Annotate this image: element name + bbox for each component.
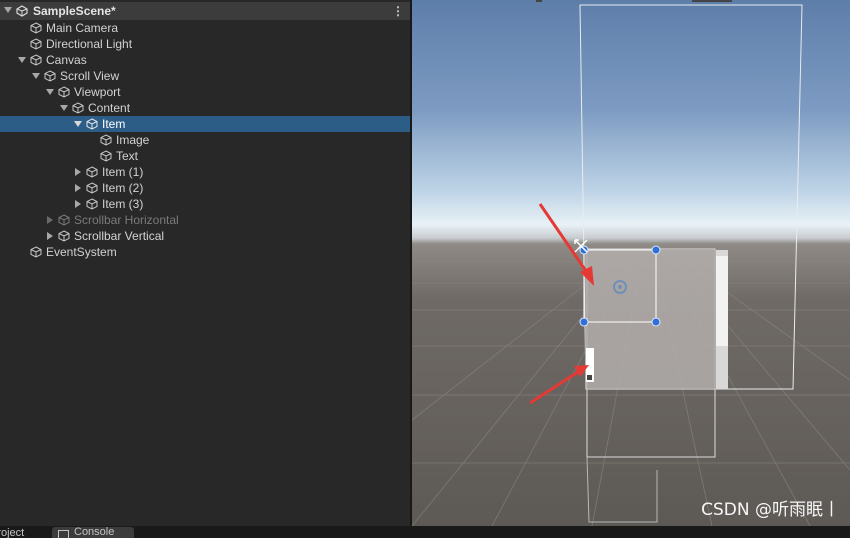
gameobject-cube-icon [30,38,42,50]
scene-view[interactable]: CSDN @听雨眠丨 [412,0,850,526]
collapse-arrow-icon[interactable] [47,232,53,240]
hierarchy-item-label: EventSystem [46,245,117,259]
scene-canvas[interactable] [412,0,850,526]
expand-arrow-icon[interactable] [74,121,82,127]
collapse-arrow-icon[interactable] [75,184,81,192]
hierarchy-panel: SampleScene* ⋮ Main Camera Directional L… [0,0,410,526]
red-arrow-bottom-annotation [529,365,589,405]
expand-arrow-icon[interactable] [32,73,40,79]
hierarchy-item-canvas[interactable]: Canvas [0,52,410,68]
hierarchy-item-label: Scroll View [60,69,120,83]
scrollbar-handle[interactable] [716,256,728,346]
rect-handle-top-right[interactable] [651,245,661,255]
hierarchy-item-text[interactable]: Text [0,148,410,164]
scene-toolbar-edge [692,0,732,2]
hierarchy-item-label: Item (1) [102,165,144,179]
hierarchy-item-label: Viewport [74,85,121,99]
gameobject-cube-icon [86,198,98,210]
tab-project[interactable]: Project [0,527,44,538]
hierarchy-item-label: Item (2) [102,181,144,195]
hierarchy-item-item-2[interactable]: Item (2) [0,180,410,196]
pivot-center-icon [618,285,622,289]
hierarchy-item-scrollbar-horizontal[interactable]: Scrollbar Horizontal [0,212,410,228]
hierarchy-item-label: Directional Light [46,37,133,51]
hierarchy-item-item-1[interactable]: Item (1) [0,164,410,180]
gameobject-cube-icon [100,134,112,146]
gameobject-cube-icon [58,214,70,226]
hierarchy-item-label: Content [88,101,131,115]
hierarchy-item-directional-light[interactable]: Directional Light [0,36,410,52]
scene-toolbar-edge [536,0,542,2]
hierarchy-item-main-camera[interactable]: Main Camera [0,20,410,36]
item-text-preview [587,375,592,380]
tab-project-label: Project [0,527,25,538]
hierarchy-item-label: Item (3) [102,197,144,211]
collapse-arrow-icon[interactable] [75,200,81,208]
expand-arrow-icon[interactable] [18,57,26,63]
hierarchy-item-scrollbar-vertical[interactable]: Scrollbar Vertical [0,228,410,244]
scene-expand-arrow-icon[interactable] [4,7,12,13]
red-arrow-top-annotation [538,203,594,286]
watermark: CSDN @听雨眠丨 [701,500,840,520]
collapse-arrow-icon[interactable] [47,216,53,224]
gameobject-cube-icon [30,54,42,66]
console-icon [58,530,69,538]
hierarchy-item-label: Scrollbar Horizontal [74,213,179,227]
scroll-view-panel[interactable] [585,250,716,389]
gameobject-cube-icon [30,246,42,258]
gameobject-cube-icon [58,230,70,242]
content-outline [586,456,658,523]
gameobject-cube-icon [100,150,112,162]
hierarchy-item-item-selected[interactable]: Item [0,116,410,132]
gameobject-cube-icon [72,102,84,114]
hierarchy-item-label: Image [116,133,150,147]
gameobject-cube-icon [86,166,98,178]
unity-logo-icon [16,5,28,17]
hierarchy-item-label: Scrollbar Vertical [74,229,165,243]
hierarchy-item-eventsystem[interactable]: EventSystem [0,244,410,260]
hierarchy-item-scroll-view[interactable]: Scroll View [0,68,410,84]
scene-name: SampleScene* [33,4,116,18]
expand-arrow-icon[interactable] [46,89,54,95]
hierarchy-item-label: Canvas [46,53,87,67]
tab-console-label: Console [74,527,115,538]
gameobject-cube-icon [44,70,56,82]
more-options-icon[interactable]: ⋮ [392,2,404,20]
hierarchy-item-label: Text [116,149,139,163]
hierarchy-item-label: Item [102,117,126,131]
hierarchy-item-label: Main Camera [46,21,119,35]
rect-handle-bottom-right[interactable] [651,317,661,327]
gameobject-cube-icon [30,22,42,34]
expand-arrow-icon[interactable] [60,105,68,111]
collapse-arrow-icon[interactable] [75,168,81,176]
gameobject-cube-icon [86,118,98,130]
hierarchy-item-item-3[interactable]: Item (3) [0,196,410,212]
tab-console[interactable]: Console [52,527,134,538]
hierarchy-item-image[interactable]: Image [0,132,410,148]
rect-handle-bottom-left[interactable] [579,317,589,327]
hierarchy-item-viewport[interactable]: Viewport [0,84,410,100]
gameobject-cube-icon [58,86,70,98]
scene-header-row[interactable]: SampleScene* ⋮ [0,2,410,20]
hierarchy-item-content[interactable]: Content [0,100,410,116]
bottom-tab-bar: Project Console [0,526,850,538]
gameobject-cube-icon [86,182,98,194]
